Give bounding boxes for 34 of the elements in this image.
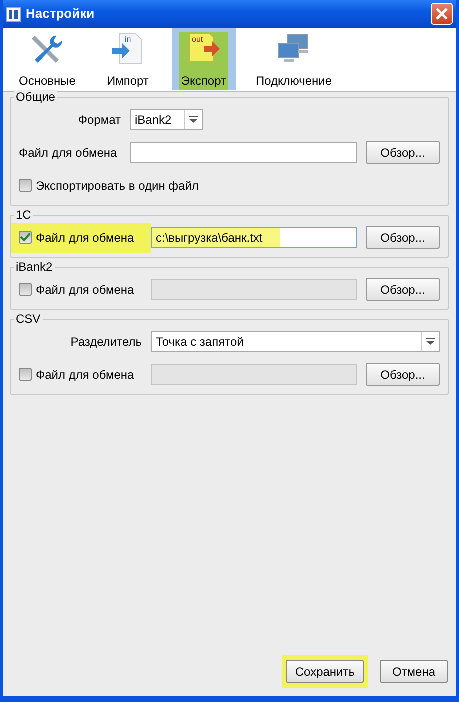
toolbar-tab[interactable]: out Экспорт	[172, 28, 236, 90]
window-title: Настройки	[26, 5, 95, 24]
cancel-button[interactable]: Отмена	[380, 660, 448, 683]
app-icon	[6, 6, 21, 22]
file-field[interactable]: c:\выгрузка\банк.txt	[151, 227, 357, 248]
close-icon	[435, 7, 449, 21]
checkbox[interactable]	[19, 368, 32, 381]
group-title: iBank2	[14, 260, 55, 274]
file-field[interactable]	[130, 142, 357, 163]
group-title: Общие	[14, 90, 58, 104]
field-label: Файл для обмена	[19, 144, 118, 162]
checkbox[interactable]	[19, 283, 32, 296]
checkbox-label: Файл для обмена	[36, 366, 134, 384]
dropdown[interactable]: iBank2	[130, 109, 203, 130]
checkbox[interactable]	[19, 231, 32, 244]
browse-button[interactable]: Обзор...	[366, 278, 440, 301]
toolbar-tab[interactable]: Основные	[11, 28, 84, 90]
dropdown-icon	[426, 338, 435, 345]
close-button[interactable]	[431, 3, 453, 25]
checkbox[interactable]	[19, 179, 32, 192]
group-title: CSV	[14, 312, 43, 326]
dropdown[interactable]: Точка с запятой	[151, 331, 440, 352]
browse-button[interactable]: Обзор...	[366, 363, 440, 386]
browse-button[interactable]: Обзор...	[366, 141, 440, 164]
checkbox-label: Файл для обмена	[36, 282, 134, 298]
group-title: 1С	[14, 208, 34, 222]
field-label: Формат	[77, 112, 121, 128]
checkbox-label: Файл для обмена	[36, 230, 134, 246]
browse-button[interactable]: Обзор...	[366, 226, 440, 249]
toolbar-tab[interactable]: Подключение	[248, 28, 340, 90]
checkbox-label: Экспортировать в один файл	[36, 178, 199, 194]
save-button[interactable]: Сохранить	[286, 660, 364, 683]
field-label: Разделитель	[70, 334, 142, 350]
dropdown-icon	[189, 116, 198, 123]
